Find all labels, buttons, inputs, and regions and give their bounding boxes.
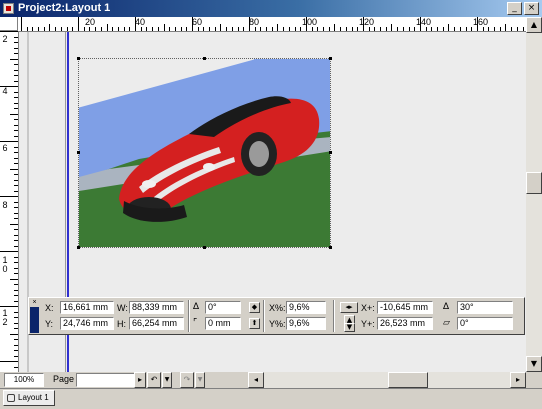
horizontal-scroll-thumb[interactable]	[388, 372, 428, 388]
scroll-left-icon[interactable]: ◂	[248, 372, 264, 388]
close-icon[interactable]: ×	[30, 299, 39, 307]
ruler-label: 160	[473, 17, 489, 27]
flip-vertical-icon[interactable]: ⬆	[249, 318, 260, 329]
minimize-icon: _	[512, 3, 517, 13]
offset-y-field[interactable]: 26,523 mm	[377, 317, 433, 330]
ruler-label: 8	[2, 200, 8, 210]
rotation-icon: ∆	[193, 302, 200, 312]
ruler-label: 80	[249, 17, 260, 27]
zoom-field[interactable]: 100%	[4, 373, 44, 387]
document-icon	[3, 3, 14, 14]
scale-y-field[interactable]: 9,6%	[286, 317, 326, 330]
tab-layout-1[interactable]: Layout 1	[3, 390, 55, 406]
scale-x-field[interactable]: 9,6%	[286, 301, 326, 314]
measurements-palette: × X: 16,661 mm Y: 24,746 mm W: 88,339 mm…	[28, 297, 525, 335]
shift-down-icon[interactable]: ▼	[344, 323, 355, 332]
resize-handle[interactable]	[329, 57, 332, 60]
window-title: Project2:Layout 1	[18, 2, 111, 14]
separator	[263, 300, 265, 332]
flip-horizontal-icon[interactable]: ◆	[249, 302, 260, 313]
width-field[interactable]: 88,339 mm	[129, 301, 184, 314]
resize-handle[interactable]	[203, 57, 206, 60]
offset-x-label: X+:	[361, 303, 375, 313]
x-field[interactable]: 16,661 mm	[60, 301, 114, 314]
resize-handle[interactable]	[203, 246, 206, 249]
h-label: H:	[117, 319, 126, 329]
ruler-label: 140	[416, 17, 432, 27]
minimize-button[interactable]: _	[507, 2, 522, 15]
horizontal-ruler[interactable]: 20 40 60 80 100 120 140 160	[18, 17, 526, 32]
close-icon: ×	[527, 3, 536, 13]
vertical-scroll-thumb[interactable]	[526, 172, 542, 194]
car-picture	[79, 59, 330, 247]
corner-radius-field[interactable]: 0 mm	[205, 317, 241, 330]
ruler-label: 60	[192, 17, 203, 27]
ruler-label: 10	[2, 255, 8, 274]
layout-tab-icon	[7, 394, 15, 402]
page-label: Page	[53, 374, 75, 384]
picture-box[interactable]	[78, 58, 331, 248]
height-field[interactable]: 66,254 mm	[129, 317, 184, 330]
y-field[interactable]: 24,746 mm	[60, 317, 114, 330]
resize-handle[interactable]	[77, 246, 80, 249]
ruler-label: 100	[302, 17, 318, 27]
picture-skew-icon: ▱	[443, 318, 450, 328]
ruler-label: 4	[2, 86, 8, 96]
scroll-right-icon[interactable]: ▸	[510, 372, 526, 388]
picture-angle-field[interactable]: 30°	[457, 301, 513, 314]
redo-menu-icon[interactable]: ▼	[195, 372, 205, 388]
redo-icon[interactable]: ↷	[180, 372, 194, 388]
resize-handle[interactable]	[77, 57, 80, 60]
picture-angle-icon: ∆	[443, 302, 450, 312]
title-bar: Project2:Layout 1 _ ×	[0, 0, 542, 17]
scale-x-label: X%:	[269, 303, 286, 313]
close-button[interactable]: ×	[524, 2, 539, 15]
undo-icon[interactable]: ↶	[147, 372, 161, 388]
ruler-label: 12	[2, 308, 8, 327]
w-label: W:	[117, 303, 128, 313]
scroll-up-icon[interactable]: ▲	[526, 17, 542, 33]
resize-handle[interactable]	[77, 151, 80, 154]
status-bar: 100% Page ▸ ↶ ▼ ↷ ▼ ◂ ▸	[0, 372, 542, 388]
corner-radius-icon: ⌜	[193, 318, 198, 328]
undo-menu-icon[interactable]: ▼	[162, 372, 172, 388]
ruler-label: 40	[135, 17, 146, 27]
ruler-origin[interactable]	[0, 17, 18, 31]
ruler-label: 2	[2, 34, 8, 44]
page-menu-icon[interactable]: ▸	[134, 372, 146, 388]
layout-tab-bar: Layout 1	[0, 388, 542, 409]
vertical-scrollbar[interactable]: ▲ ▼	[526, 17, 542, 372]
scroll-down-icon[interactable]: ▼	[526, 356, 542, 372]
offset-y-label: Y+:	[361, 319, 375, 329]
ruler-label: 6	[2, 143, 8, 153]
rotation-field[interactable]: 0°	[205, 301, 241, 314]
resize-handle[interactable]	[329, 246, 332, 249]
vertical-ruler[interactable]: 2 4 6 8 10 12	[0, 31, 19, 372]
ruler-label: 120	[359, 17, 375, 27]
offset-x-field[interactable]: -10,645 mm	[377, 301, 433, 314]
shift-horizontal-icon[interactable]: ◂▸	[340, 302, 358, 313]
separator	[333, 300, 335, 332]
tab-label: Layout 1	[18, 393, 49, 402]
scale-y-label: Y%:	[269, 319, 286, 329]
horizontal-scrollbar[interactable]: ◂ ▸	[248, 372, 526, 388]
x-label: X:	[45, 303, 54, 313]
palette-drag-bar[interactable]: ×	[30, 299, 39, 333]
separator	[188, 300, 190, 332]
ruler-label: 20	[85, 17, 96, 27]
y-label: Y:	[45, 319, 54, 329]
resize-handle[interactable]	[329, 151, 332, 154]
picture-skew-field[interactable]: 0°	[457, 317, 513, 330]
